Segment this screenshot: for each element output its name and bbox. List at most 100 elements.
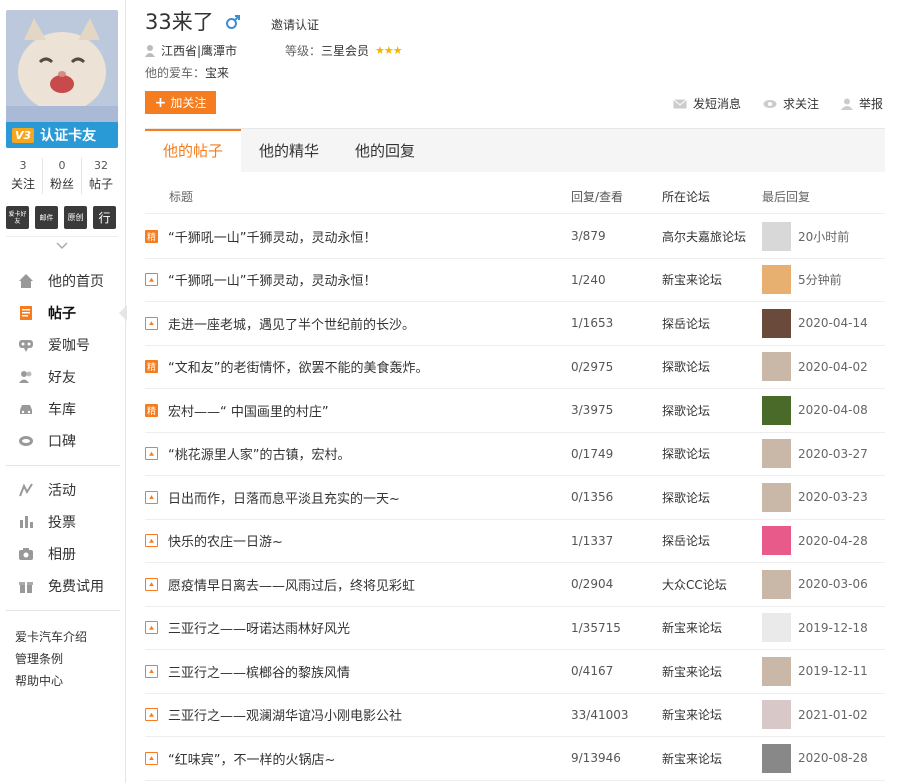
post-title-link[interactable]: 三亚行之——呀诺达雨林好风光 — [168, 618, 350, 637]
sidebar-item-home[interactable]: 他的首页 — [0, 265, 126, 297]
last-reply-cell: 2019-12-11 — [762, 656, 885, 686]
post-title-cell: 走进一座老城，遇见了半个世纪前的长沙。 — [145, 314, 571, 333]
forum-link[interactable]: 新宝来论坛 — [662, 706, 762, 723]
post-title-link[interactable]: “红味宾”，不一样的火锅店~ — [168, 749, 335, 768]
image-post-icon — [145, 534, 158, 548]
last-reply-avatar[interactable] — [762, 656, 791, 686]
car-value[interactable]: 宝来 — [205, 66, 229, 80]
post-title-link[interactable]: 快乐的农庄一日游~ — [168, 531, 283, 550]
last-reply-avatar[interactable] — [762, 265, 791, 295]
post-title-link[interactable]: 走进一座老城，遇见了半个世纪前的长沙。 — [168, 314, 415, 333]
invite-certify-link[interactable]: 邀请认证 — [271, 16, 319, 33]
last-reply-cell: 2021-01-02 — [762, 700, 885, 730]
certified-label: 认证卡友 — [40, 128, 97, 144]
nav-divider — [6, 465, 120, 466]
post-title-link[interactable]: “千狮吼一山”千狮灵动，灵动永恒！ — [168, 270, 376, 289]
forum-link[interactable]: 新宝来论坛 — [662, 619, 762, 636]
header-forum: 所在论坛 — [662, 190, 711, 204]
post-title-link[interactable]: “桃花源里人家”的古镇，宏村。 — [168, 444, 350, 463]
post-title-link[interactable]: “千狮吼一山”千狮灵动，灵动永恒！ — [168, 227, 376, 246]
level-row: 等级： 三星会员 ★★★ — [285, 42, 403, 59]
sidebar-item-label: 活动 — [48, 483, 76, 499]
medal-icon[interactable]: 爱卡好友 — [6, 206, 29, 229]
sidebar-item-reputation[interactable]: 口碑 — [0, 425, 126, 457]
follow-button[interactable]: + 加关注 — [145, 91, 216, 114]
post-title-link[interactable]: 三亚行之——槟榔谷的黎族风情 — [168, 662, 350, 681]
post-title-link[interactable]: 日出而作，日落而息平淡且充实的一天~ — [168, 488, 400, 507]
last-reply-cell: 2019-12-18 — [762, 613, 885, 643]
last-reply-avatar[interactable] — [762, 482, 791, 512]
avatar[interactable]: V3 认证卡友 — [6, 10, 118, 148]
sidebar-item-vote[interactable]: 投票 — [0, 506, 126, 538]
last-reply-avatar[interactable] — [762, 439, 791, 469]
reply-view-count: 1/1337 — [571, 533, 614, 548]
post-title-cell: 三亚行之——呀诺达雨林好风光 — [145, 618, 571, 637]
forum-link[interactable]: 探歌论坛 — [662, 445, 762, 462]
medal-icon[interactable]: 原创 — [64, 206, 87, 229]
request-follow-button[interactable]: 求关注 — [763, 95, 819, 112]
sidebar-item-activity[interactable]: 活动 — [0, 474, 126, 506]
forum-link[interactable]: 新宝来论坛 — [662, 271, 762, 288]
last-reply-avatar[interactable] — [762, 395, 791, 425]
sidebar-item-posts[interactable]: 帖子 — [0, 297, 127, 329]
last-reply-avatar[interactable] — [762, 743, 791, 773]
table-row: “红味宾”，不一样的火锅店~ 9/13946 新宝来论坛 2020-08-28 — [145, 737, 885, 781]
last-reply-avatar[interactable] — [762, 221, 791, 251]
stat-posts[interactable]: 32 帖子 — [82, 158, 120, 194]
reply-view-count: 3/3975 — [571, 403, 614, 418]
report-button[interactable]: 举报 — [840, 95, 883, 112]
forum-link[interactable]: 探歌论坛 — [662, 489, 762, 506]
send-message-button[interactable]: 发短消息 — [673, 95, 741, 112]
reply-view-count: 33/41003 — [571, 707, 629, 722]
post-title-link[interactable]: “文和友”的老街情怀，欲罢不能的美食轰炸。 — [168, 357, 428, 376]
last-reply-time: 5分钟前 — [798, 273, 842, 288]
last-reply-avatar[interactable] — [762, 700, 791, 730]
forum-link[interactable]: 探歌论坛 — [662, 358, 762, 375]
post-title-cell: 精 “文和友”的老街情怀，欲罢不能的美食轰炸。 — [145, 357, 571, 376]
last-reply-avatar[interactable] — [762, 352, 791, 382]
last-reply-avatar[interactable] — [762, 569, 791, 599]
sidebar-item-garage[interactable]: 车库 — [0, 393, 126, 425]
sidebar-item-icafe[interactable]: 爱咖号 — [0, 329, 126, 361]
medal-icon[interactable]: 行 — [93, 206, 116, 229]
sidebar-footer-links: 爱卡汽车介绍 管理条例 帮助中心 — [15, 626, 87, 692]
last-reply-time: 2021-01-02 — [798, 707, 868, 722]
last-reply-time: 2020-04-28 — [798, 533, 868, 548]
last-reply-cell: 2020-03-23 — [762, 482, 885, 512]
last-reply-time: 2020-04-14 — [798, 316, 868, 331]
icafe-icon — [18, 337, 34, 353]
last-reply-avatar[interactable] — [762, 308, 791, 338]
forum-link[interactable]: 探岳论坛 — [662, 315, 762, 332]
forum-link[interactable]: 高尔夫嘉旅论坛 — [662, 228, 762, 245]
forum-link[interactable]: 探岳论坛 — [662, 532, 762, 549]
sidebar-item-album[interactable]: 相册 — [0, 538, 126, 570]
sidebar-item-friends[interactable]: 好友 — [0, 361, 126, 393]
medal-icon[interactable]: 邮件 — [35, 206, 58, 229]
forum-link[interactable]: 新宝来论坛 — [662, 750, 762, 767]
last-reply-avatar[interactable] — [762, 613, 791, 643]
forum-link[interactable]: 新宝来论坛 — [662, 663, 762, 680]
last-reply-time: 2020-03-23 — [798, 490, 868, 505]
post-title-link[interactable]: 三亚行之——观澜湖华谊冯小刚电影公社 — [168, 705, 402, 724]
stat-following[interactable]: 3 关注 — [4, 158, 43, 194]
expand-medals-button[interactable] — [6, 236, 118, 254]
forum-link[interactable]: 探歌论坛 — [662, 402, 762, 419]
post-title-link[interactable]: 宏村——“ 中国画里的村庄” — [168, 401, 329, 420]
footer-link-about[interactable]: 爱卡汽车介绍 — [15, 626, 87, 648]
stat-label: 关注 — [10, 177, 35, 191]
tab-replies[interactable]: 他的回复 — [337, 129, 433, 173]
image-post-icon — [145, 664, 158, 678]
post-title-cell: 精 宏村——“ 中国画里的村庄” — [145, 401, 571, 420]
follow-label: 加关注 — [170, 96, 207, 110]
post-title-link[interactable]: 愿疫情早日离去——风雨过后，终将见彩虹 — [168, 575, 415, 594]
action-label: 举报 — [858, 97, 883, 111]
tab-my-posts[interactable]: 他的帖子 — [145, 129, 242, 173]
forum-link[interactable]: 大众CC论坛 — [662, 576, 762, 593]
tab-essence[interactable]: 他的精华 — [241, 129, 337, 173]
header-title: 标题 — [169, 190, 194, 204]
footer-link-rules[interactable]: 管理条例 — [15, 648, 87, 670]
sidebar-item-trial[interactable]: 免费试用 — [0, 570, 126, 602]
footer-link-help[interactable]: 帮助中心 — [15, 670, 87, 692]
last-reply-avatar[interactable] — [762, 526, 791, 556]
stat-fans[interactable]: 0 粉丝 — [43, 158, 82, 194]
